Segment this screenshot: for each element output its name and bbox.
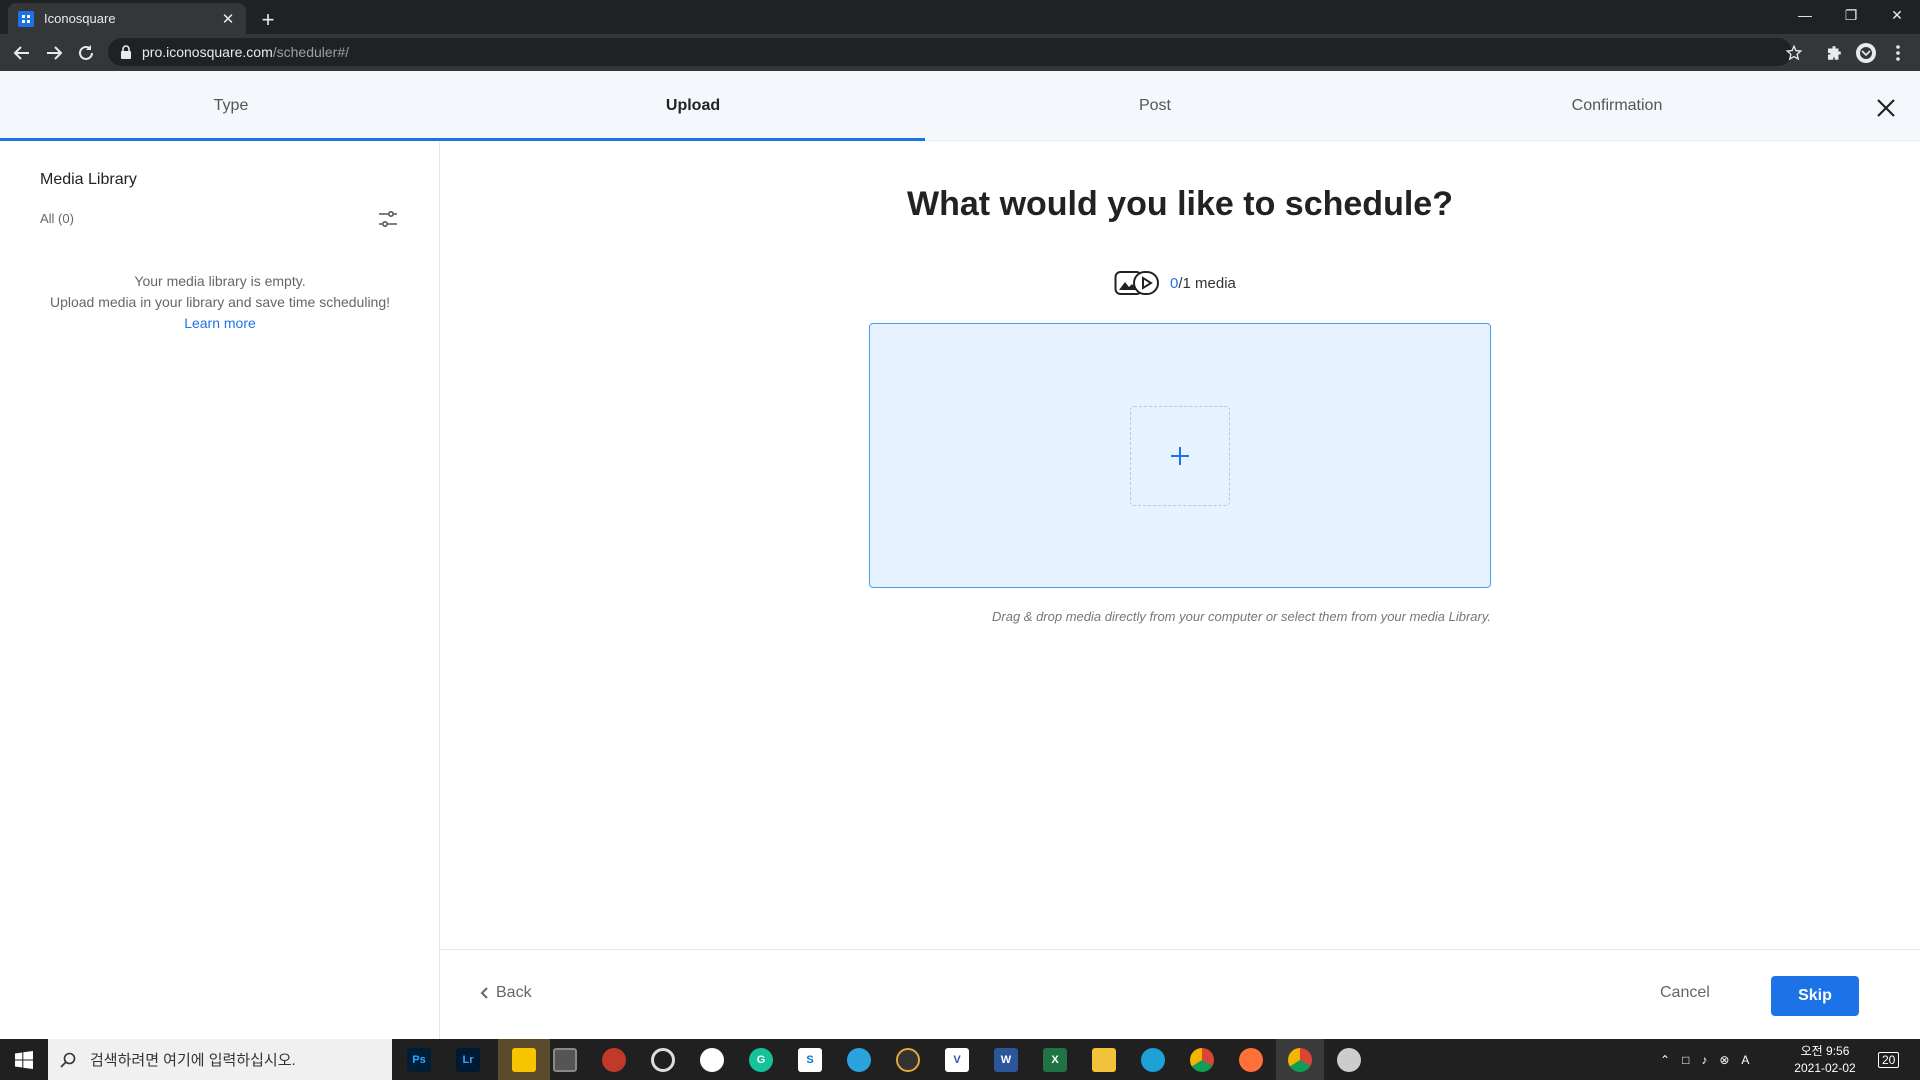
windows-taskbar: 검색하려면 여기에 입력하십시오. Ps Lr G S V W X ⌃ □ ♪ … — [0, 1039, 1920, 1080]
word-icon[interactable]: W — [989, 1043, 1023, 1077]
step-type[interactable]: Type — [0, 71, 462, 141]
plus-icon — [1171, 447, 1189, 465]
browser-toolbar: pro.iconosquare.com/scheduler#/ — [0, 34, 1920, 71]
paint-app-icon[interactable] — [597, 1043, 631, 1077]
edge-icon[interactable] — [1136, 1043, 1170, 1077]
minimize-icon[interactable]: — — [1782, 0, 1828, 30]
dropzone-hint: Drag & drop media directly from your com… — [992, 609, 1491, 624]
calculator-icon[interactable] — [548, 1043, 582, 1077]
wizard-footer: Back Cancel Skip — [440, 949, 1920, 1039]
step-upload[interactable]: Upload — [462, 71, 924, 141]
filter-icon[interactable] — [376, 207, 400, 231]
chevron-up-icon[interactable]: ⌃ — [1660, 1053, 1670, 1067]
learn-more-link[interactable]: Learn more — [184, 313, 256, 334]
clock-date: 2021-02-02 — [1794, 1061, 1856, 1075]
back-label: Back — [496, 984, 532, 1001]
taskbar-clock[interactable]: 오전 9:56 2021-02-02 — [1786, 1043, 1864, 1077]
sticky-notes-icon[interactable] — [498, 1039, 550, 1080]
chrome-active-icon[interactable] — [1276, 1039, 1324, 1080]
tab-title: Iconosquare — [44, 11, 116, 26]
firefox-icon[interactable] — [1234, 1043, 1268, 1077]
clock-time: 오전 9:56 — [1800, 1044, 1850, 1058]
skype-icon[interactable]: S — [793, 1043, 827, 1077]
telegram-icon[interactable] — [842, 1043, 876, 1077]
media-count: 0/1 media — [1114, 269, 1236, 297]
grammarly-icon[interactable]: G — [744, 1043, 778, 1077]
paint3d-icon[interactable] — [1332, 1043, 1366, 1077]
volume-icon[interactable]: ♪ — [1701, 1053, 1707, 1067]
notification-count: 20 — [1878, 1051, 1900, 1068]
star-icon[interactable] — [1780, 39, 1808, 67]
media-library-title: Media Library — [40, 171, 137, 188]
upload-panel: What would you like to schedule? 0/1 med… — [440, 141, 1920, 1039]
lock-icon — [120, 45, 132, 59]
add-media-button[interactable] — [1130, 406, 1230, 506]
restore-icon[interactable]: ❐ — [1828, 0, 1874, 30]
menu-icon[interactable] — [1884, 39, 1912, 67]
stepper: Type Upload Post Confirmation — [0, 71, 1920, 141]
new-tab-icon[interactable]: + — [254, 6, 282, 34]
close-icon[interactable] — [1872, 94, 1900, 122]
media-dropzone[interactable] — [869, 323, 1491, 588]
chrome-icon[interactable] — [1185, 1043, 1219, 1077]
forward-icon[interactable] — [40, 39, 68, 67]
vectorize-icon[interactable]: V — [940, 1043, 974, 1077]
notification-center[interactable]: 20 — [1878, 1039, 1900, 1080]
browser-tab[interactable]: Iconosquare ✕ — [8, 3, 246, 34]
davinci-icon[interactable] — [891, 1043, 925, 1077]
search-icon — [60, 1052, 76, 1068]
ring-app-icon[interactable] — [646, 1043, 680, 1077]
cancel-button[interactable]: Cancel — [1660, 984, 1710, 1002]
address-bar[interactable]: pro.iconosquare.com/scheduler#/ — [108, 38, 1792, 66]
chevron-left-icon — [480, 987, 488, 999]
hat-app-icon[interactable] — [695, 1043, 729, 1077]
url-path: /scheduler#/ — [272, 44, 350, 60]
step-post[interactable]: Post — [924, 71, 1386, 141]
media-library-sidebar: Media Library All (0) Your media library… — [0, 141, 440, 1039]
windows-icon[interactable] — [0, 1039, 48, 1080]
media-icon — [1114, 271, 1159, 295]
back-icon[interactable] — [8, 39, 36, 67]
photoshop-icon[interactable]: Ps — [402, 1043, 436, 1077]
lightroom-icon[interactable]: Lr — [451, 1043, 485, 1077]
media-count-current: 0 — [1170, 274, 1179, 292]
ime-indicator[interactable]: A — [1741, 1053, 1749, 1067]
system-tray: ⌃ □ ♪ ⊗ A — [1660, 1039, 1749, 1080]
close-tab-icon[interactable]: ✕ — [220, 11, 236, 28]
empty-line-1: Your media library is empty. — [134, 273, 306, 289]
media-count-total: /1 media — [1178, 274, 1236, 292]
status-icon[interactable]: ⊗ — [1719, 1053, 1729, 1067]
back-button[interactable]: Back — [480, 984, 532, 1002]
window-close-icon[interactable]: ✕ — [1874, 0, 1920, 30]
extensions-icon[interactable] — [1820, 39, 1848, 67]
excel-icon[interactable]: X — [1038, 1043, 1072, 1077]
page-title: What would you like to schedule? — [907, 185, 1453, 223]
skip-button[interactable]: Skip — [1771, 976, 1859, 1016]
file-explorer-icon[interactable] — [1087, 1043, 1121, 1077]
profile-icon[interactable] — [1852, 39, 1880, 67]
empty-line-2: Upload media in your library and save ti… — [49, 294, 391, 310]
taskbar-search[interactable]: 검색하려면 여기에 입력하십시오. — [48, 1039, 392, 1080]
url-host: pro.iconosquare.com — [142, 44, 273, 60]
filter-all[interactable]: All (0) — [40, 211, 74, 226]
network-icon[interactable]: □ — [1682, 1053, 1689, 1067]
step-confirmation[interactable]: Confirmation — [1386, 71, 1848, 141]
empty-library-message: Your media library is empty. Upload medi… — [0, 271, 440, 334]
taskbar-search-placeholder: 검색하려면 여기에 입력하십시오. — [90, 1052, 296, 1069]
reload-icon[interactable] — [72, 39, 100, 67]
iconosquare-favicon — [18, 10, 34, 27]
browser-tabstrip: Iconosquare ✕ + — ❐ ✕ — [0, 0, 1920, 34]
